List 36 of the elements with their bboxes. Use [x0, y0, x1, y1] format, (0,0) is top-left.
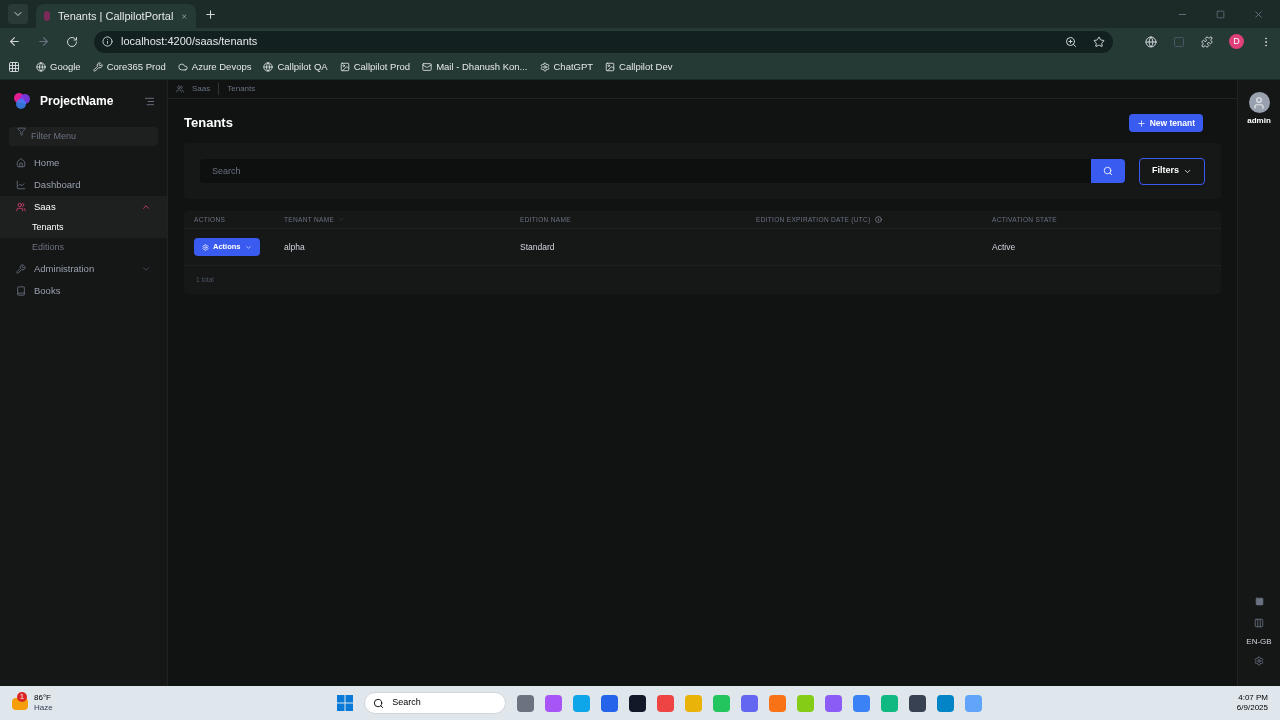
bookmark[interactable]: Callpilot Dev [605, 59, 673, 75]
bookmark[interactable]: Mail - Dhanush Kon... [422, 59, 528, 75]
new-tenant-button[interactable]: New tenant [1128, 114, 1203, 132]
address-bar[interactable]: localhost:4200/saas/tenants [94, 30, 1113, 53]
nav-item[interactable]: Home [0, 152, 167, 174]
taskbar-search[interactable]: Search [364, 692, 507, 714]
nav-item[interactable]: Saas [0, 196, 167, 218]
bookmark[interactable]: ChatGPT [539, 59, 594, 75]
bookmark[interactable]: Callpilot Prod [339, 59, 411, 75]
filters-button[interactable]: Filters [1139, 157, 1205, 185]
filter-menu-field[interactable]: Filter Menu [9, 126, 158, 146]
nav-item[interactable]: Administration [0, 258, 167, 280]
user-name[interactable]: admin [1247, 115, 1271, 127]
clock-time: 4:07 PM [1238, 693, 1268, 703]
bookmark[interactable]: Core365 Prod [92, 59, 166, 75]
table-cell: alpha [284, 241, 305, 252]
temperature: 86°F [34, 693, 52, 703]
weather-condition: Haze [34, 703, 53, 713]
breadcrumb-item[interactable]: Saas [192, 83, 211, 95]
breadcrumb-item[interactable]: Tenants [227, 83, 256, 95]
bookmark[interactable]: Google [36, 59, 81, 75]
bookmark[interactable]: Callpilot QA [263, 59, 328, 75]
nav-subitem[interactable]: Tenants [0, 218, 167, 238]
table-cell: Active [992, 241, 1016, 252]
browser-tab[interactable]: Tenants | CallpilotPortal [36, 4, 196, 28]
language-selector[interactable]: EN-GB [1246, 636, 1272, 648]
search-field[interactable]: Search [200, 159, 1091, 183]
nav-item[interactable]: Dashboard [0, 174, 167, 196]
nav-item[interactable]: Books [0, 280, 167, 302]
profile-avatar[interactable]: D [1229, 34, 1244, 49]
table-cell: Standard [520, 241, 555, 252]
nav-subitem[interactable]: Editions [0, 238, 167, 258]
brand-name: ProjectName [40, 93, 115, 110]
page-title: Tenants [184, 114, 234, 133]
clock-date: 6/9/2025 [1236, 703, 1268, 713]
bookmark[interactable]: Azure Devops [177, 59, 252, 75]
